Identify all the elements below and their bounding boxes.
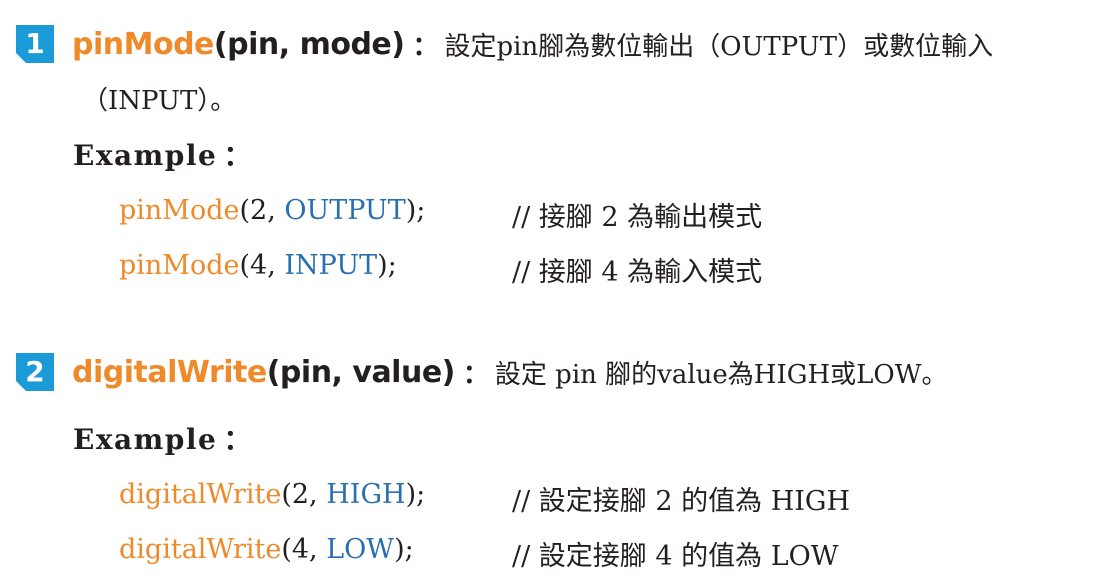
code-constant: OUTPUT	[284, 195, 406, 226]
code-constant: LOW	[326, 534, 395, 565]
code-constant: HIGH	[326, 479, 406, 510]
code-comment: // 設定接腳 4 的值為 LOW	[512, 541, 839, 572]
function-args: (pin, value)	[266, 354, 456, 390]
code-function: digitalWrite	[119, 479, 282, 510]
code-comment: // 接腳 4 為輸入模式	[512, 257, 763, 288]
function-description: 設定 pin 腳的value為HIGH或LOW。	[494, 359, 948, 390]
code-line: digitalWrite(2, HIGH);	[119, 479, 425, 510]
code-line: digitalWrite(4, LOW);	[119, 534, 414, 565]
section-heading: 1 pinMode (pin, mode) ： 設定pin腳為數位輸出（OUTP…	[16, 25, 993, 63]
code-comment: // 設定接腳 2 的值為 HIGH	[512, 486, 851, 517]
example-label: Example：	[73, 418, 253, 458]
code-close: );	[405, 479, 426, 510]
function-args: (pin, mode)	[213, 26, 405, 62]
section-number-badge: 1	[16, 25, 54, 63]
code-constant: INPUT	[284, 250, 378, 281]
code-function: digitalWrite	[119, 534, 282, 565]
example-label: Example：	[73, 134, 253, 174]
code-comment: // 接腳 2 為輸出模式	[512, 202, 763, 233]
code-function: pinMode	[119, 195, 240, 226]
function-name: digitalWrite	[72, 354, 267, 390]
section-number-badge: 2	[16, 353, 54, 391]
heading-colon: ：	[412, 31, 439, 62]
code-open: (2,	[281, 479, 327, 510]
code-line: pinMode(2, OUTPUT);	[119, 195, 425, 226]
example-label-text: Example	[73, 423, 218, 456]
heading-colon: ：	[462, 359, 489, 390]
section-heading: 2 digitalWrite (pin, value) ： 設定 pin 腳的v…	[16, 353, 947, 391]
code-open: (4,	[239, 250, 285, 281]
example-label-colon: ：	[223, 139, 253, 172]
example-label-colon: ：	[223, 423, 253, 456]
function-name: pinMode	[72, 26, 214, 62]
code-close: );	[405, 195, 426, 226]
function-description-continued: （INPUT）。	[82, 86, 237, 116]
code-line: pinMode(4, INPUT);	[119, 250, 397, 281]
code-function: pinMode	[119, 250, 240, 281]
function-description: 設定pin腳為數位輸出（OUTPUT）或數位輸入	[444, 31, 994, 62]
code-close: );	[394, 534, 414, 565]
code-open: (4,	[281, 534, 327, 565]
code-open: (2,	[239, 195, 285, 226]
code-close: );	[377, 250, 397, 281]
example-label-text: Example	[73, 139, 218, 172]
